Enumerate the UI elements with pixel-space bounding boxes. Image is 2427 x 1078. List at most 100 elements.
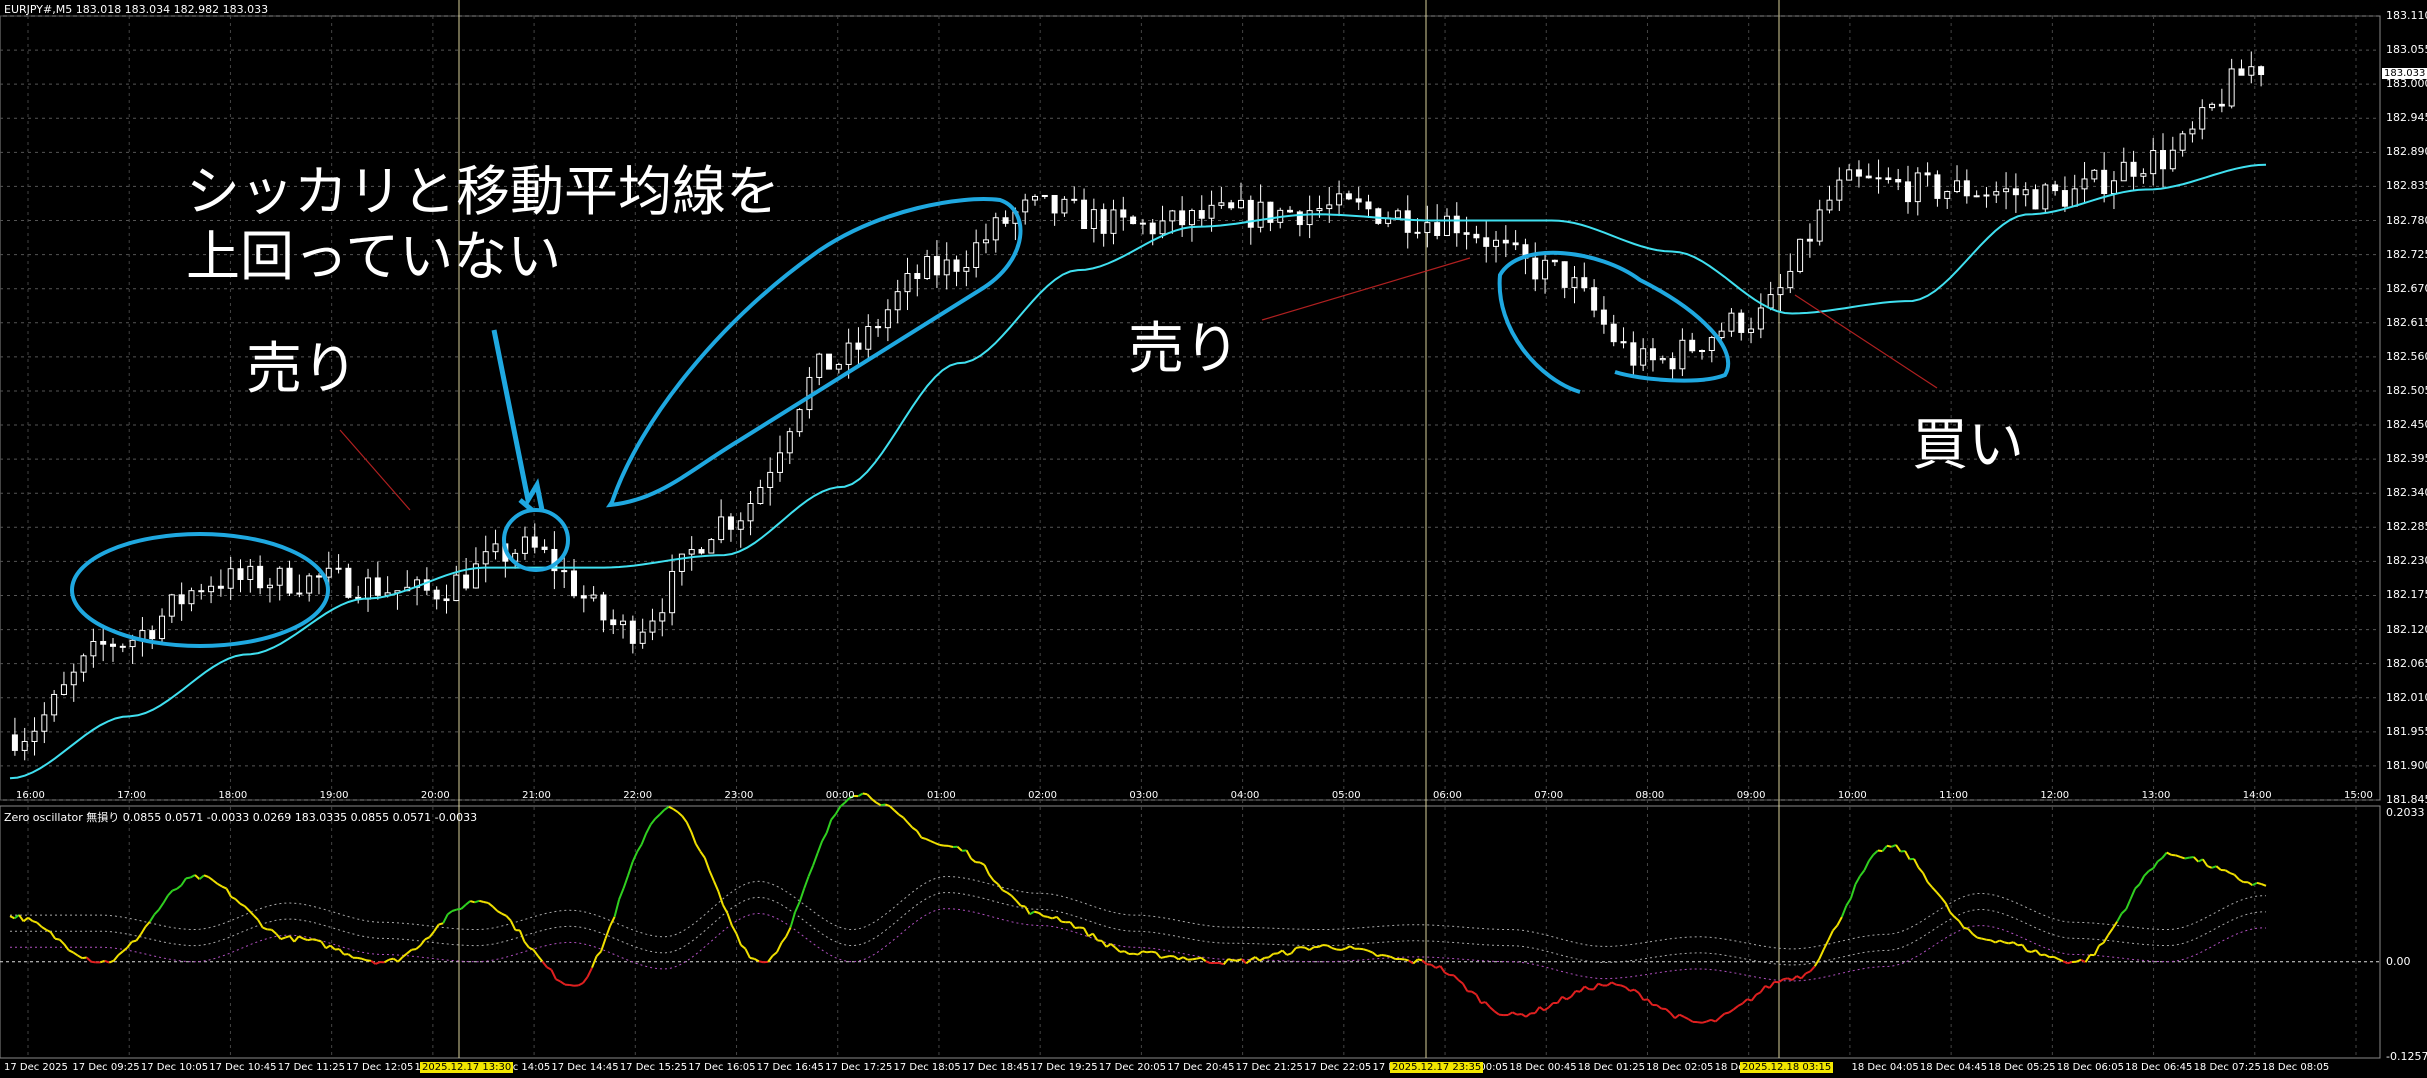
osc-segment [293,935,300,943]
osc-segment [654,813,661,820]
price-tick-label: 181.845 [2386,793,2427,806]
candle-body [1797,238,1804,272]
osc-segment [1087,932,1094,938]
candle-body [963,266,970,272]
osc-segment [2261,883,2267,887]
osc-segment [821,832,828,842]
candle-body [718,516,725,541]
osc-segment [1629,988,1635,992]
osc-segment [1714,1016,1721,1023]
candle-body [335,567,342,570]
candle-body [992,217,999,241]
candle-body [129,639,136,648]
osc-segment [288,935,296,943]
candle-body [1365,201,1372,210]
osc-segment [1327,944,1333,949]
candle-body [1826,199,1833,211]
osc-segment [2157,857,2163,863]
osc-segment [875,801,882,807]
candle-body [286,567,293,594]
highlighted-time-label: 2025.12.17 23:35 [1390,1062,1484,1073]
osc-segment [1827,930,1834,941]
osc-segment [1944,902,1952,913]
date-tick-label: 18 Dec 04:45 [1919,1062,1988,1073]
candle-body [1394,210,1401,219]
osc-segment [135,933,142,942]
candle-body [1120,209,1127,218]
osc-segment [753,957,760,963]
time-tick-label: 03:00 [1129,790,1159,801]
osc-segment [1940,896,1947,904]
osc-segment [2229,872,2235,876]
osc-segment [149,913,156,923]
osc-segment [1849,884,1857,899]
osc-segment [1281,949,1288,956]
osc-segment [1489,1006,1496,1013]
osc-segment [433,924,440,932]
osc-segment [388,957,394,961]
price-tick-label: 182.395 [2386,452,2427,466]
candle-body [2150,150,2157,175]
osc-segment [1972,933,1978,939]
osc-segment [1043,915,1048,918]
candle-body [237,568,244,580]
osc-segment [803,875,810,890]
osc-segment [1200,956,1207,962]
time-tick-label: 10:00 [1837,790,1867,801]
osc-segment [207,876,214,882]
date-tick-label: 17 Dec 16:05 [688,1062,756,1073]
osc-segment [2193,856,2200,863]
candle-body [894,291,901,311]
candle-body [1532,257,1539,280]
candle-body [855,342,862,350]
osc-segment [54,937,60,941]
time-tick-label: 01:00 [926,790,956,801]
osc-segment [131,939,137,943]
osc-segment [930,840,936,844]
osc-signal-line [10,908,2267,982]
osc-segment [1854,875,1861,885]
osc-segment [1164,955,1170,958]
date-tick-label: 18 Dec 01:25 [1577,1062,1646,1073]
osc-segment [1493,1010,1500,1016]
osc-segment [1277,949,1283,955]
osc-segment [1227,958,1234,962]
candle-body [1767,294,1774,309]
osc-segment [406,948,413,955]
price-tick-label: 182.670 [2386,281,2427,295]
osc-segment [726,912,733,926]
osc-segment [108,959,115,964]
osc-segment [1584,985,1590,991]
candle-body [1355,198,1362,203]
candle-body [1669,358,1676,370]
osc-segment [1024,905,1031,915]
osc-segment [347,953,354,959]
osc-segment [415,944,422,950]
time-tick-label: 17:00 [117,790,147,801]
osc-segment [1051,915,1058,920]
candle-body [1649,348,1656,361]
osc-segment [176,884,183,890]
osc-segment [925,838,931,842]
candle-body [1963,180,1970,197]
osc-segment [1349,945,1356,950]
osc-segment [1764,985,1771,989]
osc-segment [2107,928,2114,936]
osc-segment [139,926,147,935]
osc-segment [798,888,806,903]
osc-segment [9,915,15,920]
osc-segment [528,946,534,951]
osc-segment [749,956,755,960]
osc-segment [104,959,110,964]
osc-segment [1683,1015,1689,1021]
candle-body [2091,169,2098,180]
candle-body [1904,181,1911,203]
candle-body [1630,342,1637,366]
candle-body [1973,195,1980,198]
candle-body [2022,189,2029,196]
osc-segment [1408,959,1414,965]
current-price-label: 183.033 [2382,68,2427,79]
candle-body [1571,277,1578,288]
osc-segment [640,832,648,845]
osc-segment [1475,994,1482,1004]
